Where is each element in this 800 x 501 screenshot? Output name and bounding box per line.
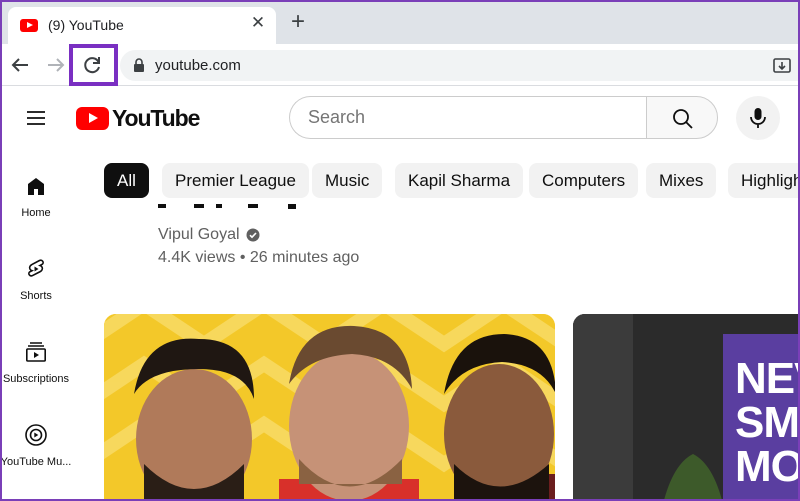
shorts-icon [28, 259, 44, 277]
sidebar-label: Shorts [20, 290, 52, 302]
clipped-video-title [158, 204, 296, 209]
lock-icon [134, 58, 144, 72]
channel-name[interactable]: Vipul Goyal [158, 226, 260, 244]
search-box[interactable] [289, 96, 647, 139]
home-icon [28, 178, 44, 195]
sidebar-item-youtube-music[interactable]: YouTube Mu... [0, 423, 72, 468]
hamburger-menu-icon[interactable] [24, 106, 48, 130]
forward-arrow-icon[interactable] [44, 53, 68, 77]
voice-search-button[interactable] [736, 96, 780, 140]
chip-premier-league[interactable]: Premier League [162, 163, 309, 198]
search-icon [673, 109, 693, 129]
chip-music[interactable]: Music [312, 163, 383, 198]
sidebar-label: YouTube Mu... [0, 456, 72, 468]
chip-all[interactable]: All [104, 163, 149, 198]
channel-name-text: Vipul Goyal [158, 226, 240, 243]
thumb-text-line-3: MO [735, 442, 800, 491]
url-text: youtube.com [155, 57, 241, 74]
chip-kapil-sharma[interactable]: Kapil Sharma [395, 163, 524, 198]
thumb-text-line-1: NEV [735, 354, 800, 403]
sidebar-item-home[interactable]: Home [0, 174, 72, 219]
subscriptions-icon [25, 342, 46, 362]
sidebar-item-subscriptions[interactable]: Subscriptions [0, 340, 72, 385]
video-stats: 4.4K views • 26 minutes ago [158, 249, 360, 266]
video-thumbnail[interactable] [104, 314, 555, 501]
address-bar[interactable]: youtube.com [120, 50, 800, 81]
browser-toolbar: youtube.com [0, 44, 800, 86]
youtube-logo[interactable]: YouTube [76, 104, 200, 131]
sidebar-item-shorts[interactable]: Shorts [0, 257, 72, 302]
chip-mixes[interactable]: Mixes [646, 163, 717, 198]
search-button[interactable] [646, 96, 718, 139]
sidebar-label: Subscriptions [2, 373, 70, 385]
install-app-icon[interactable] [772, 56, 792, 76]
thumb-text-line-2: SMA [735, 398, 800, 447]
microphone-icon [750, 108, 766, 128]
sidebar-label: Home [21, 207, 51, 219]
youtube-music-icon [25, 424, 47, 446]
browser-tab[interactable]: (9) YouTube ✕ [8, 7, 276, 44]
chip-highlights[interactable]: Highligh [728, 163, 800, 198]
youtube-play-icon [76, 106, 109, 130]
tab-strip: (9) YouTube ✕ + [0, 0, 800, 44]
thumbnail-image [104, 314, 555, 501]
verified-badge-icon [246, 228, 260, 242]
video-thumbnail-2[interactable]: NEV SMA MO [573, 314, 800, 501]
tab-title: (9) YouTube [48, 17, 124, 33]
chip-computers[interactable]: Computers [529, 163, 639, 198]
back-arrow-icon[interactable] [8, 53, 32, 77]
logo-text: YouTube [112, 104, 200, 131]
search-input[interactable] [308, 107, 628, 128]
new-tab-icon[interactable]: + [287, 10, 309, 34]
youtube-favicon-icon [20, 19, 38, 32]
reload-icon[interactable] [80, 53, 104, 77]
close-tab-icon[interactable]: ✕ [248, 13, 268, 33]
